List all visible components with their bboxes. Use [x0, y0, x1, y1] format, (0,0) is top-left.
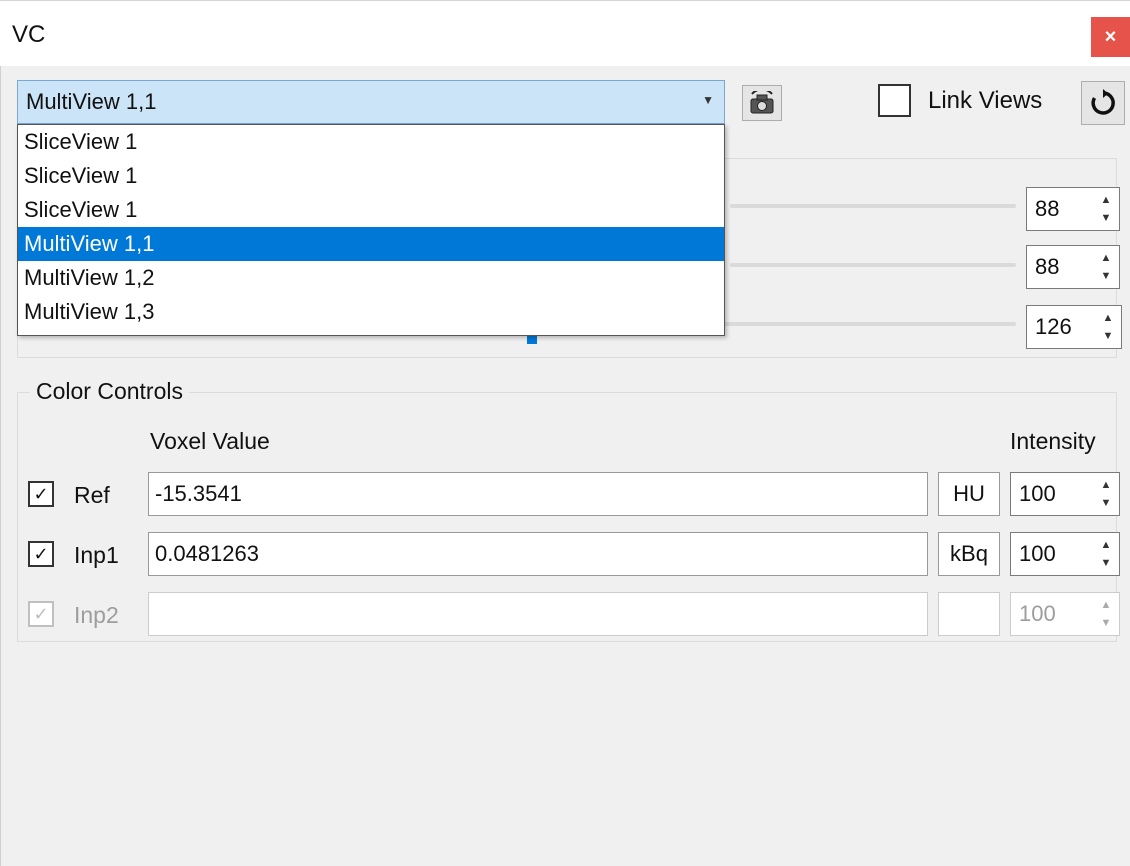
inp2-voxel-value[interactable] — [148, 592, 928, 636]
dropdown-item-sliceview[interactable]: SliceView 1 — [18, 159, 724, 193]
slider-1-spinbox[interactable]: 88 ▲ ▼ — [1026, 187, 1120, 231]
refresh-button[interactable] — [1081, 81, 1125, 125]
dropdown-item-sliceview[interactable]: SliceView 1 — [18, 125, 724, 159]
spin-arrows-icon[interactable]: ▲ ▼ — [1097, 539, 1115, 569]
inp1-label: Inp1 — [74, 542, 119, 568]
inp1-voxel-value[interactable]: 0.0481263 — [148, 532, 928, 576]
dropdown-item-multiview-1-3[interactable]: MultiView 1,3 — [18, 295, 724, 329]
camera-reset-icon — [750, 91, 774, 114]
close-button[interactable]: × — [1091, 17, 1130, 57]
inp1-intensity-spinbox[interactable]: 100 ▲ ▼ — [1010, 532, 1120, 576]
ref-checkbox[interactable]: ✓ — [28, 481, 54, 507]
ref-label: Ref — [74, 482, 110, 508]
slider-2-value: 88 — [1035, 254, 1060, 279]
spin-arrows-icon[interactable]: ▲ ▼ — [1097, 194, 1115, 224]
inp2-label: Inp2 — [74, 602, 119, 628]
ref-voxel-value[interactable]: -15.3541 — [148, 472, 928, 516]
spin-arrows-icon[interactable]: ▲ ▼ — [1097, 479, 1115, 509]
ref-intensity-spinbox[interactable]: 100 ▲ ▼ — [1010, 472, 1120, 516]
dropdown-item-multiview-1-1[interactable]: MultiView 1,1 — [18, 227, 724, 261]
link-views-checkbox[interactable] — [878, 84, 911, 117]
inp2-checkbox[interactable]: ✓ — [28, 601, 54, 627]
reset-view-button[interactable] — [742, 85, 782, 121]
ref-unit: HU — [938, 472, 1000, 516]
slider-track-2[interactable] — [730, 263, 1016, 267]
title-bar: VC × — [0, 0, 1130, 66]
color-controls-title: Color Controls — [30, 378, 189, 405]
voxel-value-header: Voxel Value — [150, 428, 270, 454]
chevron-down-icon: ▼ — [702, 93, 714, 107]
spin-arrows-icon[interactable]: ▲ ▼ — [1099, 312, 1117, 342]
checkmark-icon: ✓ — [33, 483, 49, 504]
view-selector-value: MultiView 1,1 — [26, 89, 157, 114]
dropdown-item-sliceview[interactable]: SliceView 1 — [18, 193, 724, 227]
inp2-unit — [938, 592, 1000, 636]
checkmark-icon: ✓ — [33, 543, 49, 564]
close-icon: × — [1104, 25, 1117, 48]
link-views-label: Link Views — [928, 87, 1043, 114]
spin-arrows-icon[interactable]: ▲ ▼ — [1097, 599, 1115, 629]
slider-track-1[interactable] — [730, 204, 1016, 208]
window-title: VC — [12, 21, 46, 48]
slider-3-spinbox[interactable]: 126 ▲ ▼ — [1026, 305, 1122, 349]
inp2-intensity-spinbox[interactable]: 100 ▲ ▼ — [1010, 592, 1120, 636]
dropdown-item-multiview-1-2[interactable]: MultiView 1,2 — [18, 261, 724, 295]
slider-2-spinbox[interactable]: 88 ▲ ▼ — [1026, 245, 1120, 289]
refresh-icon — [1091, 89, 1115, 115]
view-selector-combo[interactable]: MultiView 1,1 ▼ — [17, 80, 725, 124]
inp1-unit: kBq — [938, 532, 1000, 576]
slider-3-value: 126 — [1035, 314, 1072, 339]
inp1-checkbox[interactable]: ✓ — [28, 541, 54, 567]
slider-1-value: 88 — [1035, 196, 1060, 221]
checkmark-icon: ✓ — [33, 603, 49, 624]
spin-arrows-icon[interactable]: ▲ ▼ — [1097, 252, 1115, 282]
view-selector-dropdown: SliceView 1 SliceView 1 SliceView 1 Mult… — [17, 124, 725, 336]
intensity-header: Intensity — [1010, 428, 1096, 454]
